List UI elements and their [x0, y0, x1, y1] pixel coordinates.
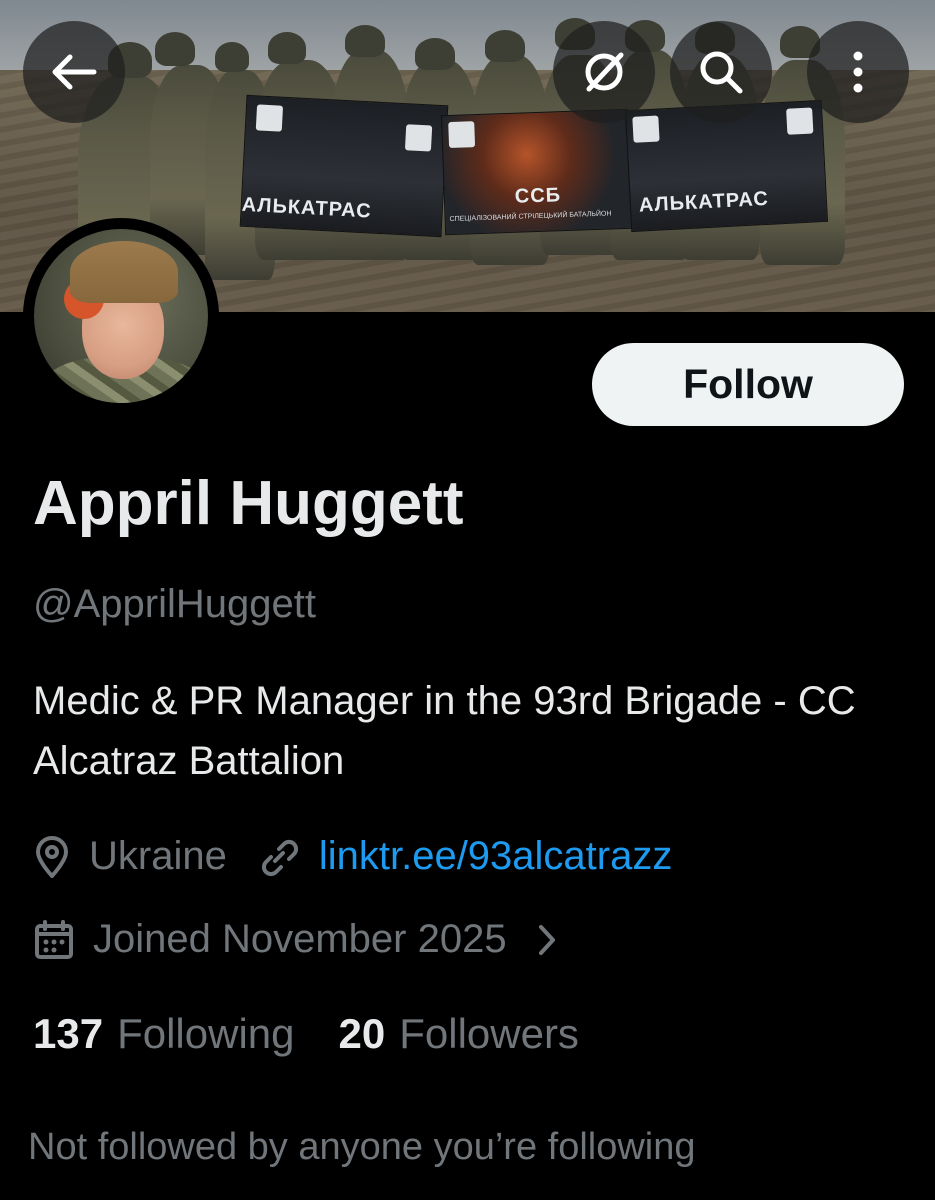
- avatar-hat: [70, 241, 178, 303]
- avatar-image: [34, 229, 208, 403]
- flag-emblem: [632, 115, 660, 143]
- flag-mid-subtext: СПЕЦІАЛІЗОВАНИЙ СТРІЛЕЦЬКИЙ БАТАЛЬЙОН: [449, 210, 612, 224]
- grok-button[interactable]: [553, 21, 655, 123]
- banner-flag-middle: ССБ СПЕЦІАЛІЗОВАНИЙ СТРІЛЕЦЬКИЙ БАТАЛЬЙО…: [440, 108, 633, 236]
- following-label: Following: [117, 1010, 295, 1057]
- flag-emblem: [404, 124, 433, 152]
- social-context: Not followed by anyone you’re following: [28, 1126, 696, 1168]
- banner-helmet: [268, 32, 306, 64]
- profile-location: Ukraine: [89, 834, 227, 878]
- flag-right-text: АЛЬКАТРАС: [638, 187, 770, 217]
- arrow-left-icon: [52, 54, 97, 90]
- chevron-right-icon: [537, 923, 557, 957]
- following-stat[interactable]: 137 Following: [33, 1010, 295, 1058]
- banner-helmet: [415, 38, 455, 70]
- banner-helmet: [485, 30, 525, 62]
- profile-handle: @ApprilHuggett: [33, 582, 316, 626]
- grok-icon: [585, 52, 624, 92]
- follow-button[interactable]: Follow: [592, 343, 904, 426]
- profile-stats: 137 Following 20 Followers: [33, 1010, 579, 1058]
- followers-label: Followers: [399, 1010, 579, 1057]
- profile-link[interactable]: linktr.ee/93alcatrazz: [319, 834, 673, 879]
- banner-helmet: [155, 32, 195, 66]
- profile-bio: Medic & PR Manager in the 93rd Brigade -…: [33, 679, 856, 783]
- location-icon: [33, 835, 71, 879]
- avatar[interactable]: [23, 218, 219, 414]
- link-icon: [257, 835, 301, 879]
- search-icon: [700, 51, 743, 94]
- profile-name: Appril Huggett: [33, 469, 464, 538]
- following-count: 137: [33, 1010, 104, 1057]
- more-vertical-icon: [853, 51, 863, 93]
- flag-emblem: [255, 104, 284, 132]
- search-button[interactable]: [670, 21, 772, 123]
- flag-mid-text: ССБ: [514, 184, 562, 208]
- banner-helmet: [345, 25, 385, 57]
- banner-helmet: [215, 42, 249, 72]
- flag-left-text: АЛЬКАТРАС: [241, 193, 373, 223]
- more-button[interactable]: [807, 21, 909, 123]
- back-button[interactable]: [23, 21, 125, 123]
- profile-joined: Joined November 2025: [93, 917, 507, 961]
- banner-flag-left: АЛЬКАТРАС: [239, 94, 449, 238]
- flag-emblem: [448, 121, 476, 149]
- followers-stat[interactable]: 20 Followers: [339, 1010, 579, 1058]
- flag-emblem: [786, 107, 814, 135]
- calendar-icon: [33, 919, 75, 961]
- profile-joined-row[interactable]: Joined November 2025: [33, 917, 575, 962]
- followers-count: 20: [338, 1010, 386, 1057]
- profile-meta-row: Ukraine linktr.ee/93alcatrazz: [33, 834, 672, 879]
